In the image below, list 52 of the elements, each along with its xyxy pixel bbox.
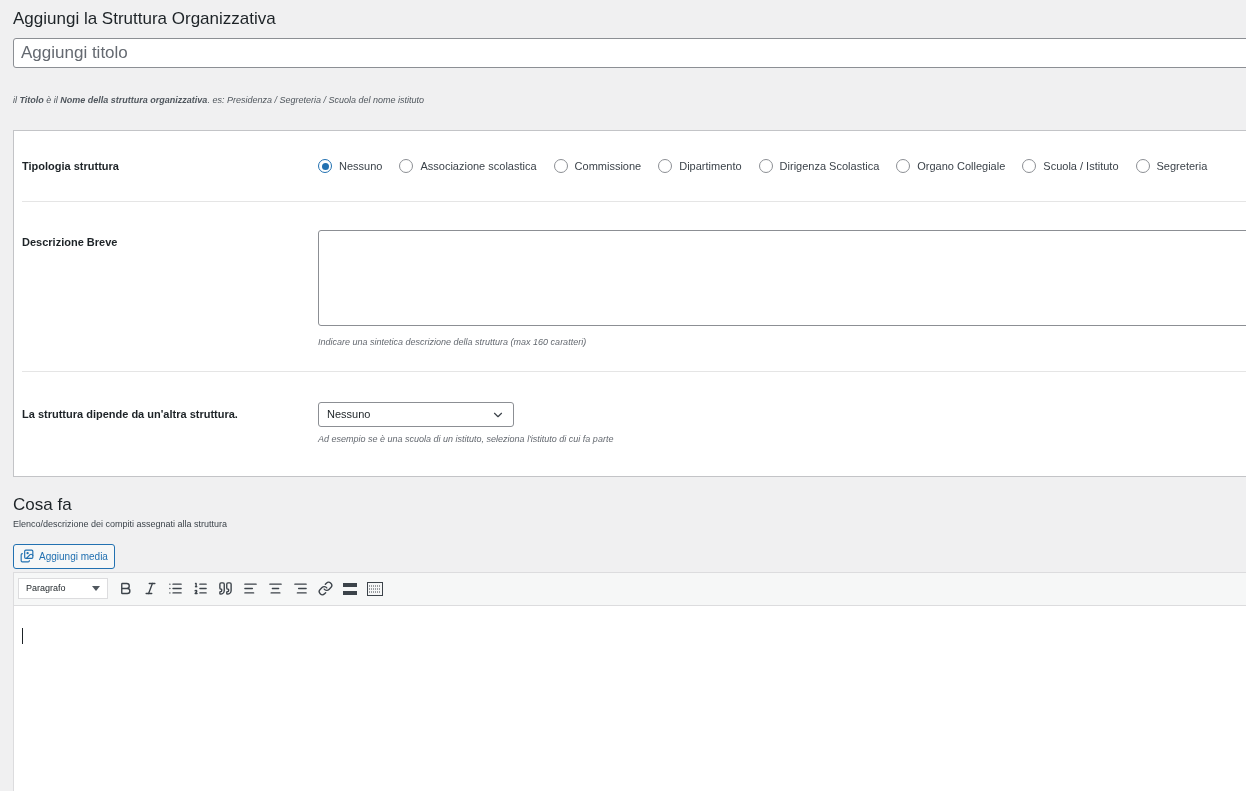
align-left-icon[interactable] <box>243 581 258 596</box>
radio-option[interactable]: Commissione <box>553 157 642 175</box>
dropdown-arrow-icon <box>92 586 100 591</box>
text-cursor <box>22 627 23 644</box>
page-title: Aggiungi la Struttura Organizzativa <box>13 8 277 30</box>
radio-option[interactable]: Associazione scolastica <box>399 157 537 175</box>
radio-option[interactable]: Scuola / Istituto <box>1022 157 1119 175</box>
section-subtitle: Elenco/descrizione dei compiti assegnati alla struttura <box>13 518 229 531</box>
radio-button[interactable] <box>896 159 911 173</box>
radio-button[interactable] <box>553 159 568 173</box>
radio-button[interactable] <box>1022 159 1037 173</box>
radio-option[interactable]: Dirigenza Scolastica <box>758 157 880 175</box>
media-icon <box>20 549 34 563</box>
link-icon[interactable] <box>318 581 333 596</box>
radio-button[interactable] <box>399 159 414 173</box>
radio-label: Nessuno <box>339 158 383 174</box>
numbered-list-icon[interactable] <box>193 581 208 596</box>
radio-button[interactable] <box>1135 159 1150 173</box>
field-hint: Ad esempio se è una scuola di un istituto, seleziona l'istituto di cui fa parte <box>318 433 614 446</box>
field-label: Tipologia struttura <box>22 158 120 174</box>
radio-option[interactable]: Segreteria <box>1135 157 1208 175</box>
section-title: Cosa fa <box>13 494 73 516</box>
radio-label: Associazione scolastica <box>420 158 537 174</box>
radio-button[interactable] <box>318 159 332 173</box>
radio-button[interactable] <box>758 159 773 173</box>
radio-option[interactable]: Organo Collegiale <box>896 157 1006 175</box>
title-input[interactable]: Aggiungi titolo <box>13 38 1246 68</box>
radio-label: Organo Collegiale <box>917 158 1006 174</box>
align-right-icon[interactable] <box>293 581 308 596</box>
field-label: Descrizione Breve <box>22 235 119 250</box>
field-label: La struttura dipende da un'altra struttura. <box>22 407 239 422</box>
read-more-icon[interactable] <box>343 582 357 595</box>
radio-label: Commissione <box>574 158 642 174</box>
bold-icon[interactable] <box>118 581 133 596</box>
format-select[interactable]: Paragrafo <box>18 578 108 599</box>
radio-label: Scuola / Istituto <box>1043 158 1119 174</box>
radio-option[interactable]: Dipartimento <box>658 157 742 175</box>
add-media-button[interactable]: Aggiungi media <box>13 543 115 569</box>
radio-label: Dipartimento <box>679 158 742 174</box>
radio-option[interactable]: Nessuno <box>318 157 383 175</box>
align-center-icon[interactable] <box>268 581 283 596</box>
radio-label: Dirigenza Scolastica <box>779 158 880 174</box>
title-hint: il Titolo è il Nome della struttura organizzativa. es: Presidenza / Segreteria / Scuola del nome istituto <box>13 94 425 107</box>
description-textarea[interactable] <box>318 230 1246 326</box>
keyboard-icon[interactable] <box>367 581 383 596</box>
field-hint: Indicare una sintetica descrizione della struttura (max 160 caratteri) <box>318 336 588 349</box>
bulleted-list-icon[interactable] <box>168 581 183 596</box>
parent-select[interactable]: Nessuno <box>318 402 514 427</box>
radio-label: Segreteria <box>1156 158 1208 174</box>
radio-button[interactable] <box>658 159 673 173</box>
quote-icon[interactable] <box>218 581 233 596</box>
italic-icon[interactable] <box>143 581 158 596</box>
